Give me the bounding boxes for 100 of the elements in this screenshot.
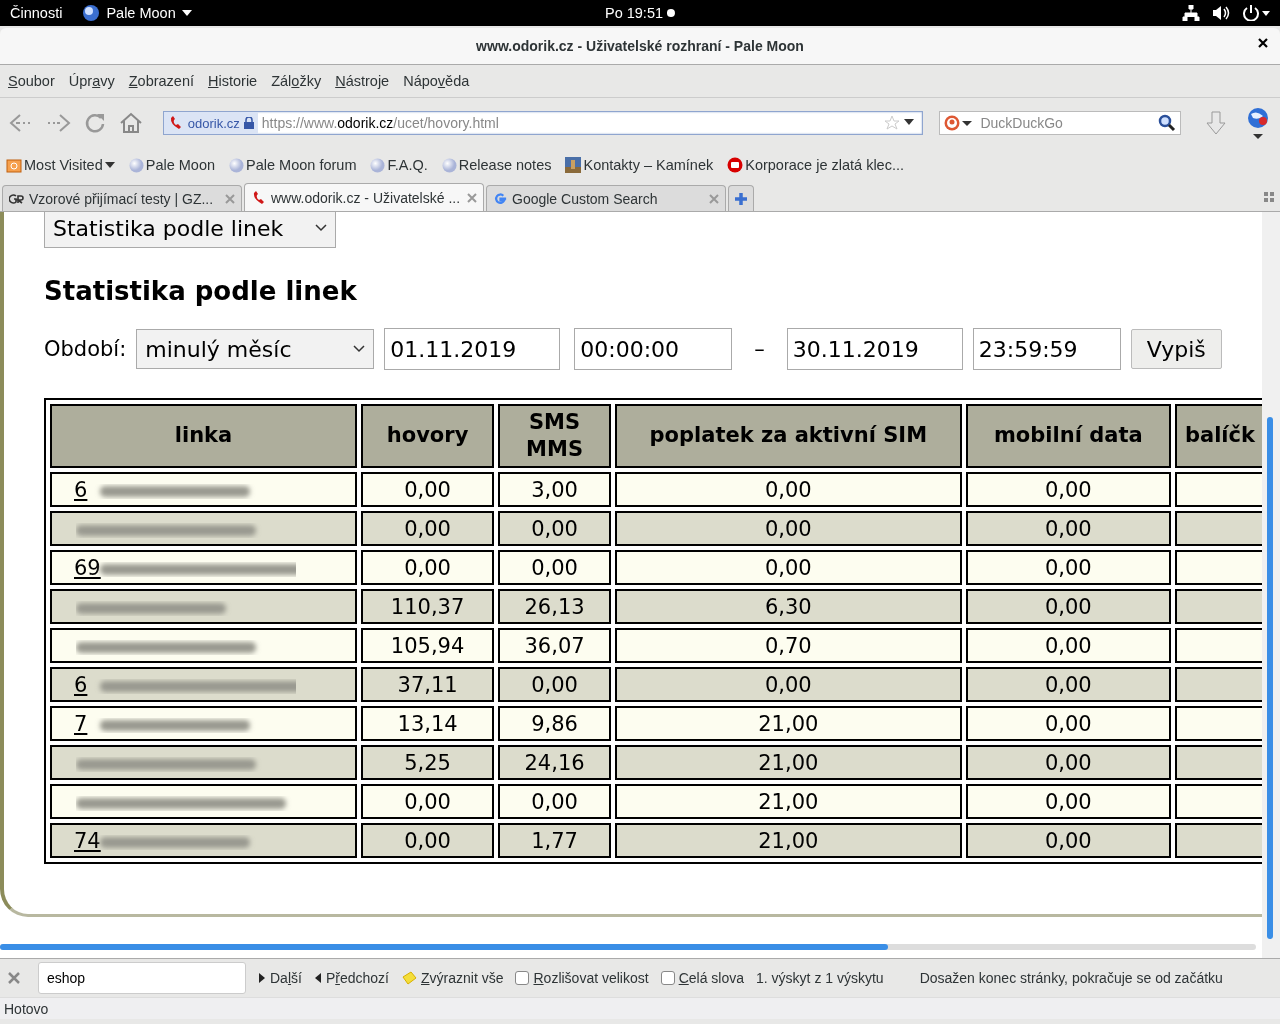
table-cell: 0,00 xyxy=(361,550,495,585)
find-option[interactable]: Celá slova xyxy=(660,970,745,986)
menu-item[interactable]: Úpravy xyxy=(62,71,121,91)
previous-button[interactable]: Předchozí xyxy=(313,970,389,986)
browser-tab[interactable]: Google Custom Search xyxy=(486,185,726,211)
date-field[interactable]: 01.11.2019 xyxy=(384,328,561,370)
table-cell: 0,00 xyxy=(498,667,611,702)
date-field[interactable]: 30.11.2019 xyxy=(786,328,963,370)
table-cell: 0,00 xyxy=(965,628,1171,663)
bookmark-item[interactable]: F.A.Q. xyxy=(370,157,428,173)
table-cell: 13,14 xyxy=(361,706,495,741)
globe-icon xyxy=(128,157,144,173)
download-icon[interactable] xyxy=(1204,110,1227,136)
folder-icon xyxy=(6,157,22,173)
vertical-scrollbar[interactable] xyxy=(1262,212,1280,958)
bookmark-item[interactable]: Most Visited xyxy=(6,157,115,173)
table-cell: 0,00 xyxy=(965,784,1171,819)
url-text: https://www.odorik.cz/ucet/hovory.html xyxy=(260,115,500,131)
close-icon[interactable] xyxy=(1258,38,1268,48)
menu-item[interactable]: Nápověda xyxy=(397,71,476,91)
address-bar[interactable]: odorik.cz https://www.odorik.cz/ucet/hovory.html xyxy=(162,111,924,135)
page-heading: Statistika podle linek xyxy=(44,276,358,306)
menu-item[interactable]: Nástroje xyxy=(329,71,396,91)
menu-item[interactable]: Zobrazení xyxy=(122,71,200,91)
period-label: Období: xyxy=(44,337,127,361)
table-cell: 24,16 xyxy=(498,745,611,780)
grid-icon[interactable] xyxy=(1264,192,1274,202)
phone-link[interactable]: 7 xyxy=(74,711,88,736)
table-cell: 0,00 xyxy=(498,550,611,585)
table-cell: 0,00 xyxy=(965,472,1171,507)
gr-icon xyxy=(9,192,25,205)
range-dash: – xyxy=(754,337,765,361)
checkbox[interactable] xyxy=(660,971,675,985)
bookmark-item[interactable]: Release notes xyxy=(441,157,552,173)
search-icon[interactable] xyxy=(1157,114,1176,132)
table-cell: 0,00 xyxy=(965,550,1171,585)
phone-link[interactable]: 6 xyxy=(74,477,88,502)
table-cell: 0,00 xyxy=(965,745,1171,780)
moon-icon xyxy=(82,4,101,22)
submit-button[interactable]: Vypiš xyxy=(1130,329,1222,369)
period-select[interactable]: minulý měsíc xyxy=(136,329,375,369)
duck-icon[interactable] xyxy=(944,115,975,131)
table-cell: 105,94 xyxy=(361,628,495,663)
table-cell: 6,30 xyxy=(615,589,962,624)
activities-button[interactable]: Činnosti xyxy=(10,5,63,21)
screen-icon xyxy=(727,157,744,173)
time-field[interactable]: 00:00:00 xyxy=(574,328,733,370)
phone-link[interactable]: 6 xyxy=(74,672,88,697)
phone-link[interactable]: 69 xyxy=(74,555,101,580)
find-field[interactable]: eshop xyxy=(38,962,246,994)
highlight-button[interactable]: Zvýraznit vše xyxy=(401,970,504,986)
find-option[interactable]: Rozlišovat velikost xyxy=(515,970,649,986)
table-cell: 21,00 xyxy=(615,823,962,858)
browser-tab[interactable]: Vzorové přijímací testy | GZ... xyxy=(2,185,242,211)
checkbox[interactable] xyxy=(515,971,530,985)
view-select[interactable]: Statistika podle linek xyxy=(44,212,336,248)
bookmark-item[interactable]: Korporace je zlatá klec... xyxy=(727,157,904,173)
home-icon[interactable] xyxy=(119,112,143,134)
menu-item[interactable]: Historie xyxy=(202,71,264,91)
bookmark-item[interactable]: Kontakty – Kamínek xyxy=(565,157,714,173)
network-icon[interactable] xyxy=(1182,5,1200,21)
power-icon[interactable] xyxy=(1242,5,1270,21)
table-cell: 0,00 xyxy=(361,823,495,858)
forward-icon[interactable] xyxy=(45,112,72,134)
table-cell: 0,00 xyxy=(615,667,962,702)
table-cell: 21,00 xyxy=(615,706,962,741)
globe-icon xyxy=(441,157,457,173)
star-icon[interactable] xyxy=(884,115,901,131)
table-cell: 0,00 xyxy=(361,784,495,819)
triangle-left-icon xyxy=(313,973,322,983)
status-text: Hotovo xyxy=(0,997,1280,1019)
table-cell: 0,00 xyxy=(965,589,1171,624)
phone-link[interactable]: 74 xyxy=(74,828,101,853)
next-button[interactable]: Další xyxy=(258,970,302,986)
time-field[interactable]: 23:59:59 xyxy=(972,328,1121,370)
new-tab-button[interactable] xyxy=(728,185,754,211)
chevron-icon xyxy=(353,345,366,353)
table-cell: 0,00 xyxy=(615,511,962,546)
column-header: linka xyxy=(50,404,357,468)
table-cell: 26,13 xyxy=(498,589,611,624)
column-header: SMS MMS xyxy=(498,404,611,468)
table-cell: 0,00 xyxy=(361,472,495,507)
browser-tab[interactable]: www.odorik.cz - Uživatelské ... xyxy=(244,183,484,211)
menu-item[interactable]: Soubor xyxy=(2,71,61,91)
bookmark-item[interactable]: Pale Moon forum xyxy=(229,157,357,173)
table-cell: 5,25 xyxy=(361,745,495,780)
clock[interactable]: Po 19:51 xyxy=(604,5,676,21)
horizontal-scrollbar[interactable] xyxy=(0,944,1256,950)
table-cell: 21,00 xyxy=(615,784,962,819)
bookmark-item[interactable]: Pale Moon xyxy=(128,157,216,173)
window-title: www.odorik.cz - Uživatelské rozhraní - Pale Moon xyxy=(476,38,804,54)
globe-icon xyxy=(370,157,386,173)
app-menu[interactable]: Pale Moon xyxy=(82,4,192,22)
table-cell: 110,37 xyxy=(361,589,495,624)
table-cell: 0,00 xyxy=(965,667,1171,702)
volume-icon[interactable] xyxy=(1212,5,1230,21)
chevron-icon xyxy=(315,224,327,232)
table-cell: 21,00 xyxy=(615,745,962,780)
search-bar[interactable]: DuckDuckGo xyxy=(939,111,1181,135)
menu-item[interactable]: Záložky xyxy=(265,71,328,91)
